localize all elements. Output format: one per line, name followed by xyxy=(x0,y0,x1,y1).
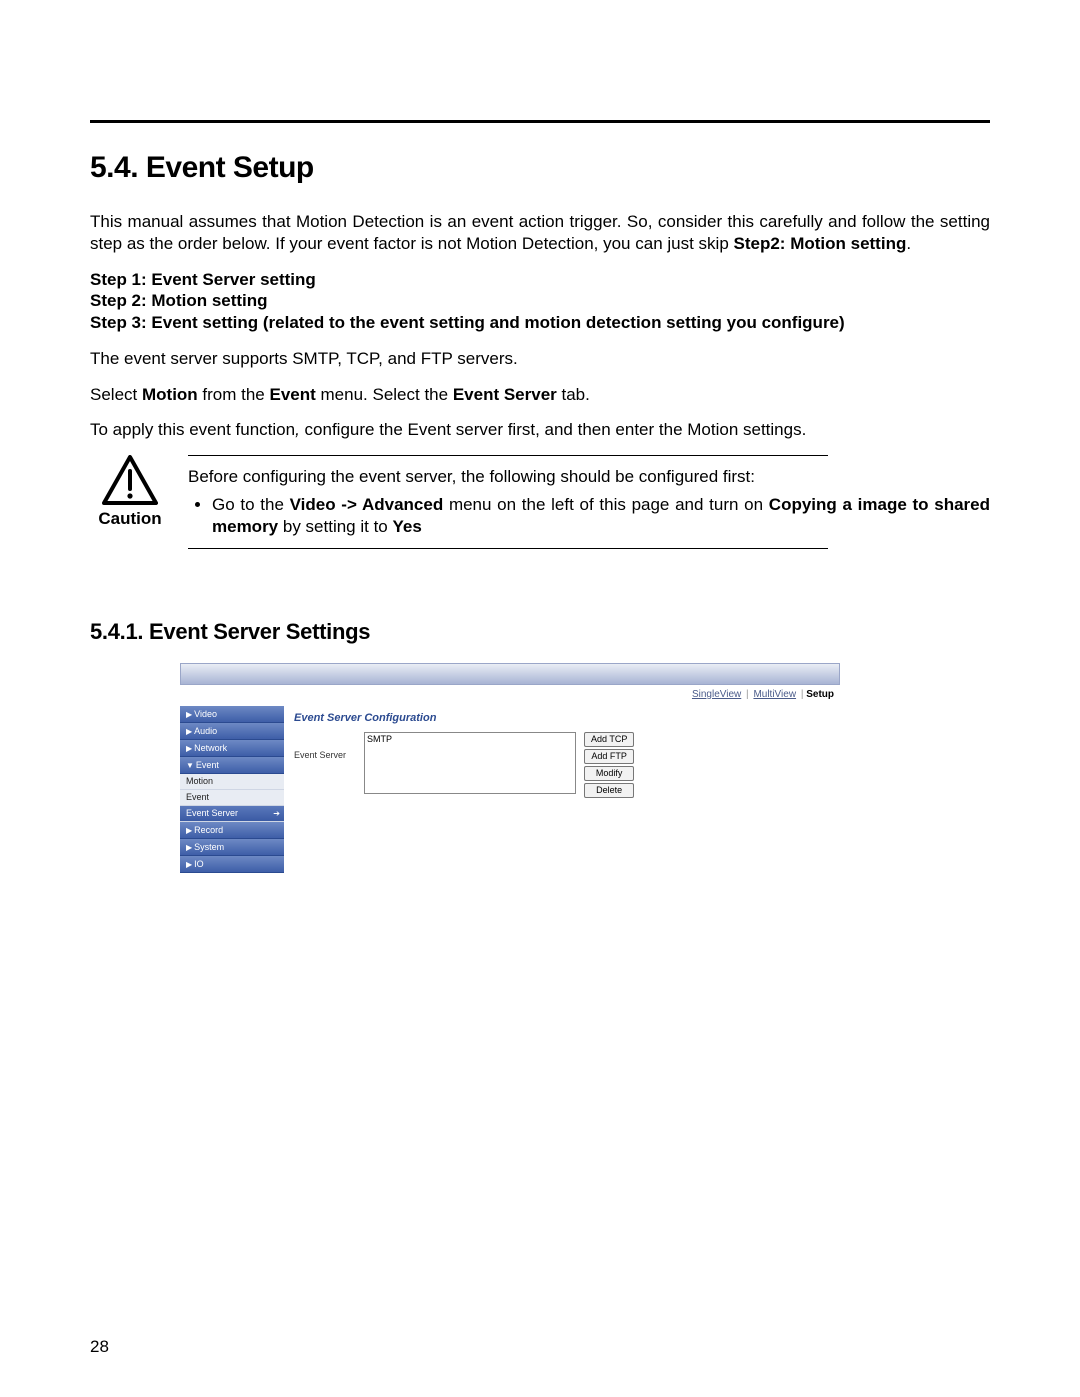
select-paragraph: Select Motion from the Event menu. Selec… xyxy=(90,384,990,406)
event-server-listbox[interactable]: SMTP xyxy=(364,732,576,794)
t: Event Server xyxy=(453,385,557,404)
sidebar-sub-event-server[interactable]: Event Server xyxy=(180,806,284,822)
sidebar-item-event[interactable]: ▼Event xyxy=(180,757,284,774)
page-number: 28 xyxy=(90,1337,109,1357)
intro-period: . xyxy=(906,234,911,253)
list-item-smtp[interactable]: SMTP xyxy=(367,734,573,744)
caution-bottom-rule xyxy=(188,548,828,549)
nav-label: System xyxy=(194,842,224,852)
caution-top-rule xyxy=(188,455,828,456)
step-2: Step 2: Motion setting xyxy=(90,290,990,312)
t: menu. Select the xyxy=(316,385,453,404)
nav-label: Event xyxy=(196,760,219,770)
sidebar-item-video[interactable]: ▶Video xyxy=(180,706,284,723)
t: tab. xyxy=(557,385,590,404)
t: Motion xyxy=(142,385,198,404)
chevron-right-icon: ▶ xyxy=(186,826,192,835)
steps-block: Step 1: Event Server setting Step 2: Mot… xyxy=(90,269,990,334)
top-rule xyxy=(90,120,990,123)
row-label-event-server: Event Server xyxy=(294,732,356,760)
t: by setting it to xyxy=(278,517,392,536)
tab-sep: | xyxy=(746,689,749,700)
t: from the xyxy=(198,385,270,404)
apply-paragraph: To apply this event function, configure … xyxy=(90,419,990,441)
delete-button[interactable]: Delete xyxy=(584,783,634,798)
add-tcp-button[interactable]: Add TCP xyxy=(584,732,634,747)
sidebar-item-record[interactable]: ▶Record xyxy=(180,822,284,839)
t: Yes xyxy=(392,517,421,536)
chevron-right-icon: ▶ xyxy=(186,860,192,869)
nav-label: Video xyxy=(194,709,217,719)
chevron-down-icon: ▼ xyxy=(186,761,194,770)
modify-button[interactable]: Modify xyxy=(584,766,634,781)
t: configure the Event server first, and th… xyxy=(300,420,807,439)
sidebar-sub-motion[interactable]: Motion xyxy=(180,774,284,790)
smtp-paragraph: The event server supports SMTP, TCP, and… xyxy=(90,348,990,370)
nav-label: Audio xyxy=(194,726,217,736)
t: menu on the left of this page and turn o… xyxy=(443,495,769,514)
chevron-right-icon: ▶ xyxy=(186,727,192,736)
t: Event xyxy=(270,385,316,404)
t: Go to the xyxy=(212,495,290,514)
warning-icon xyxy=(102,455,158,505)
section-heading: 5.4. Event Setup xyxy=(90,151,990,185)
caution-bullet: Go to the Video -> Advanced menu on the … xyxy=(212,494,990,538)
tab-singleview[interactable]: SingleView xyxy=(692,689,741,700)
sidebar-item-network[interactable]: ▶Network xyxy=(180,740,284,757)
t: Video -> Advanced xyxy=(290,495,444,514)
tab-multiview[interactable]: MultiView xyxy=(753,689,796,700)
tab-setup[interactable]: Setup xyxy=(806,689,834,700)
ui-sidebar: ▶Video ▶Audio ▶Network ▼Event Motion Eve… xyxy=(180,706,284,873)
t: To apply this event function xyxy=(90,420,295,439)
intro-paragraph: This manual assumes that Motion Detectio… xyxy=(90,211,990,255)
sidebar-item-system[interactable]: ▶System xyxy=(180,839,284,856)
caution-block: Caution Before configuring the event ser… xyxy=(90,455,990,559)
nav-label: Network xyxy=(194,743,227,753)
embedded-ui: SingleView | MultiView | Setup ▶Video ▶A… xyxy=(180,663,840,873)
caution-line1: Before configuring the event server, the… xyxy=(188,466,990,488)
chevron-right-icon: ▶ xyxy=(186,710,192,719)
subsection-heading: 5.4.1. Event Server Settings xyxy=(90,619,990,645)
caution-label: Caution xyxy=(90,509,170,529)
step-1: Step 1: Event Server setting xyxy=(90,269,990,291)
ui-view-tabs: SingleView | MultiView | Setup xyxy=(180,685,840,706)
nav-label: Record xyxy=(194,825,223,835)
panel-title: Event Server Configuration xyxy=(294,712,830,724)
chevron-right-icon: ▶ xyxy=(186,744,192,753)
sidebar-item-io[interactable]: ▶IO xyxy=(180,856,284,873)
sidebar-sub-event[interactable]: Event xyxy=(180,790,284,806)
tab-sep: | xyxy=(801,689,804,700)
intro-bold: Step2: Motion setting xyxy=(734,234,907,253)
t: Select xyxy=(90,385,142,404)
step-3: Step 3: Event setting (related to the ev… xyxy=(90,312,990,334)
nav-label: IO xyxy=(194,859,204,869)
ui-header-bar xyxy=(180,663,840,685)
chevron-right-icon: ▶ xyxy=(186,843,192,852)
sidebar-item-audio[interactable]: ▶Audio xyxy=(180,723,284,740)
add-ftp-button[interactable]: Add FTP xyxy=(584,749,634,764)
